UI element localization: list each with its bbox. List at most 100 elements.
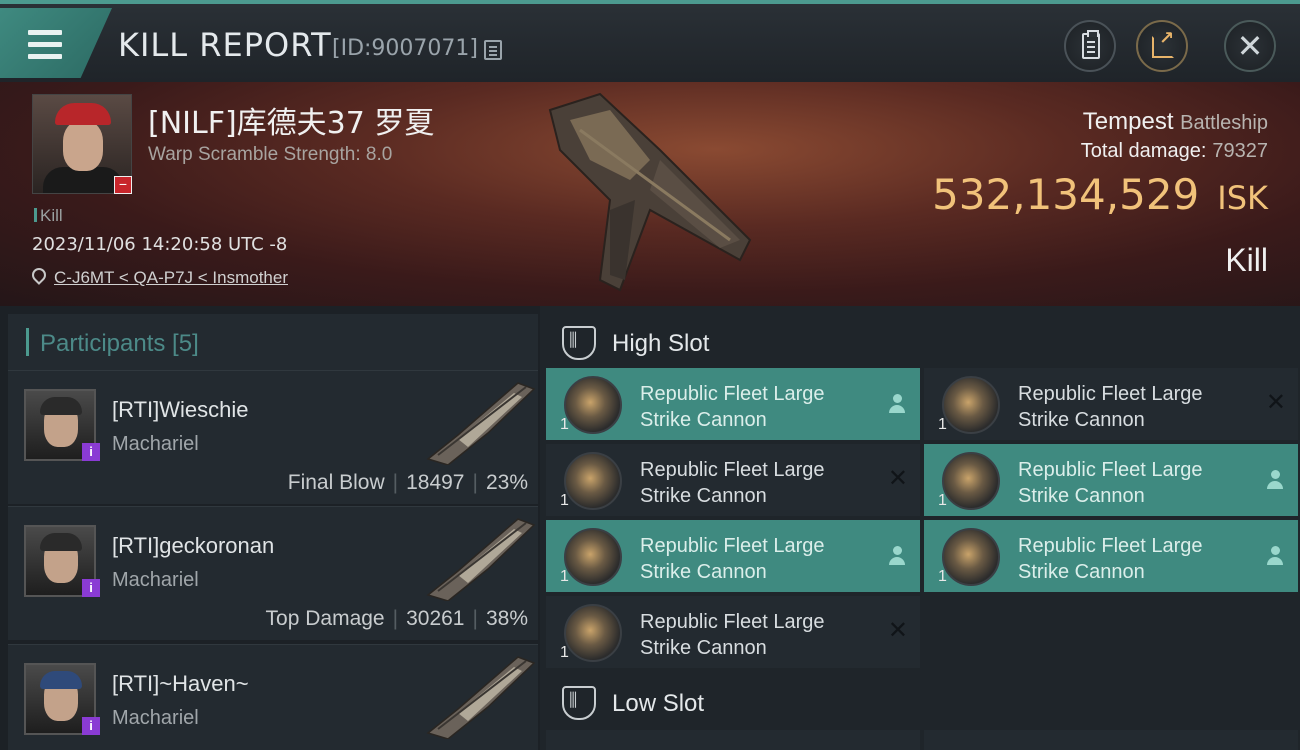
participant-ship-image [426, 382, 536, 465]
ship-class: Battleship [1180, 112, 1268, 134]
total-damage-value: 79327 [1212, 140, 1268, 162]
fitting-panel: High Slot 1 Republic Fleet Large Strike … [540, 306, 1300, 750]
participant-name: [RTI]geckoronan [112, 533, 275, 558]
clipboard-button[interactable] [1064, 20, 1116, 72]
high-slot-header: High Slot [548, 312, 1292, 368]
module-item[interactable] [924, 730, 1298, 750]
participant-ship: Machariel [112, 569, 199, 591]
participant-percent: 38% [485, 607, 528, 630]
participants-title: Participants [5] [40, 330, 199, 357]
high-slot-title: High Slot [612, 330, 710, 357]
menu-button[interactable] [0, 8, 112, 78]
module-item[interactable]: 1 Republic Fleet Large Strike Cannon [546, 368, 920, 440]
dropped-person-icon [888, 394, 906, 414]
info-badge-icon: i [82, 717, 100, 735]
report-id: [ID:9007071] [332, 36, 478, 61]
destroyed-x-icon: ✕ [887, 617, 908, 644]
module-qty: 1 [560, 492, 569, 509]
total-damage: Total damage: 79327 [1081, 140, 1268, 163]
dropped-person-icon [1266, 546, 1284, 566]
participant-ship-image [426, 656, 536, 739]
info-badge-icon: i [82, 443, 100, 461]
warp-scramble-strength: Warp Scramble Strength: 8.0 [148, 144, 393, 165]
hostile-standing-icon: − [114, 176, 132, 194]
isk-value: 532,134,529 ISK [932, 170, 1268, 219]
clipboard-icon [1082, 30, 1100, 59]
module-name: Republic Fleet Large Strike Cannon [640, 459, 825, 507]
low-slot-icon [562, 686, 596, 720]
module-qty: 1 [560, 568, 569, 585]
isk-amount: 532,134,529 [932, 170, 1200, 219]
ship-type: Tempest Battleship [1083, 108, 1268, 136]
participant-damage: 30261 [406, 607, 465, 630]
participant-stats: Final Blow | 18497 | 23% [287, 471, 528, 494]
title-bar: KILL REPORT [ID:9007071] ✕ [0, 0, 1300, 82]
participant-row[interactable]: i [RTI]Wieschie Machariel Final Blow | 184… [8, 370, 538, 504]
participant-name: [RTI]Wieschie [112, 397, 249, 422]
module-item[interactable]: 1 Republic Fleet Large Strike Cannon [924, 520, 1298, 592]
share-icon [1152, 28, 1174, 58]
participant-ship: Machariel [112, 707, 199, 729]
participants-panel: Participants [5] i [RTI]Wieschie Machari… [0, 306, 540, 750]
participants-header[interactable]: Participants [5] [8, 314, 538, 370]
participant-row[interactable]: i [RTI]geckoronan Machariel Top Damage | 3… [8, 506, 538, 640]
share-button[interactable] [1136, 20, 1188, 72]
total-damage-label: Total damage: [1080, 140, 1207, 162]
module-qty: 1 [560, 644, 569, 661]
location-pin-icon [29, 265, 49, 285]
module-qty: 1 [560, 416, 569, 433]
page-title: KILL REPORT [118, 26, 332, 64]
module-name: Republic Fleet Large Strike Cannon [1018, 459, 1203, 507]
isk-unit: ISK [1217, 179, 1268, 217]
participant-role: Top Damage [265, 607, 385, 630]
victim-ship-image [548, 92, 752, 292]
kill-tag: Kill [34, 206, 63, 226]
close-button[interactable]: ✕ [1224, 20, 1276, 72]
module-name: Republic Fleet Large Strike Cannon [640, 535, 825, 583]
turret-icon [564, 604, 622, 662]
dropped-person-icon [888, 546, 906, 566]
turret-icon [564, 452, 622, 510]
participant-damage: 18497 [406, 471, 465, 494]
high-slot-icon [562, 326, 596, 360]
low-slot-header: Low Slot [548, 672, 1292, 728]
participant-stats: Top Damage | 30261 | 38% [265, 607, 528, 630]
turret-icon [564, 528, 622, 586]
module-name: Republic Fleet Large Strike Cannon [640, 383, 825, 431]
turret-icon [942, 452, 1000, 510]
module-item[interactable]: 1 Republic Fleet Large Strike Cannon ✕ [546, 596, 920, 668]
participant-role: Final Blow [287, 471, 385, 494]
hamburger-icon [28, 30, 62, 35]
victim-name[interactable]: [NILF]库德夫37 罗夏 [148, 98, 434, 142]
module-qty: 1 [938, 568, 947, 585]
participant-percent: 23% [485, 471, 528, 494]
copy-icon[interactable] [484, 40, 502, 60]
location-link[interactable]: C-J6MT < QA-P7J < Insmother [54, 268, 288, 288]
destroyed-x-icon: ✕ [887, 465, 908, 492]
module-qty: 1 [938, 416, 947, 433]
module-item[interactable]: 1 Republic Fleet Large Strike Cannon [546, 520, 920, 592]
participant-ship: Machariel [112, 433, 199, 455]
kill-datetime: 2023/11/06 14:20:58 UTC -8 [32, 234, 288, 255]
turret-icon [564, 376, 622, 434]
module-name: Republic Fleet Large Strike Cannon [1018, 383, 1203, 431]
participant-row[interactable]: i [RTI]~Haven~ Machariel [8, 644, 538, 750]
kill-result: Kill [1225, 242, 1268, 278]
module-item[interactable]: 1 Republic Fleet Large Strike Cannon ✕ [924, 368, 1298, 440]
close-icon: ✕ [1236, 28, 1264, 64]
turret-icon [942, 376, 1000, 434]
module-name: Republic Fleet Large Strike Cannon [640, 611, 825, 659]
module-qty: 1 [938, 492, 947, 509]
victim-banner: − [NILF]库德夫37 罗夏 Warp Scramble Strength:… [0, 82, 1300, 306]
dropped-person-icon [1266, 470, 1284, 490]
participant-ship-image [426, 518, 536, 601]
info-badge-icon: i [82, 579, 100, 597]
module-name: Republic Fleet Large Strike Cannon [1018, 535, 1203, 583]
turret-icon [942, 528, 1000, 586]
module-item[interactable]: 1 Republic Fleet Large Strike Cannon ✕ [546, 444, 920, 516]
ship-name[interactable]: Tempest [1083, 108, 1174, 135]
destroyed-x-icon: ✕ [1265, 389, 1286, 416]
module-item[interactable]: 1 Republic Fleet Large Strike Cannon [924, 444, 1298, 516]
low-slot-title: Low Slot [612, 690, 705, 717]
module-item[interactable] [546, 730, 920, 750]
